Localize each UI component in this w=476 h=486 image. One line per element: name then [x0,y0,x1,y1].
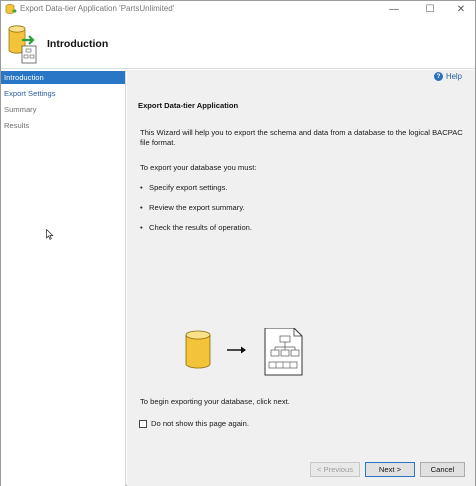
requirements-intro: To export your database you must: [140,163,257,172]
wizard-header: Introduction [1,17,475,69]
section-title: Export Data-tier Application [138,101,239,110]
sidebar-item-results: Results [4,121,30,130]
dont-show-again-row[interactable]: Do not show this page again. [139,419,249,428]
maximize-icon: ☐ [425,3,435,15]
help-label: Help [445,72,462,81]
database-export-icon [8,25,37,64]
dont-show-again-label: Do not show this page again. [151,419,249,428]
title-bar[interactable]: Export Data-tier Application 'PartsUnlim… [1,1,475,17]
minimize-button[interactable]: — [379,1,409,17]
page-title: Introduction [47,38,109,50]
minimize-icon: — [389,3,399,15]
export-wizard-window: Export Data-tier Application 'PartsUnlim… [0,0,476,486]
help-icon: ? [433,72,443,81]
wizard-steps-sidebar: Introduction Export Settings Summary Res… [1,70,126,486]
close-button[interactable]: ✕ [446,1,476,17]
help-link[interactable]: ? Help [433,72,462,81]
next-button[interactable]: Next > [365,462,415,477]
previous-button[interactable]: < Previous [310,462,360,477]
bacpac-file-icon [264,328,303,376]
begin-instructions: To begin exporting your database, click … [140,397,290,406]
sidebar-item-export-settings[interactable]: Export Settings [1,87,125,100]
maximize-button[interactable]: ☐ [415,1,445,17]
step-item: Review the export summary. [140,203,245,212]
close-icon: ✕ [456,3,466,15]
step-item: Specify export settings. [140,183,227,192]
wizard-buttons: < Previous Next > Cancel [310,462,465,477]
step-item: Check the results of operation. [140,223,252,232]
export-illustration [185,328,303,376]
wizard-description: This Wizard will help you to export the … [140,128,463,147]
sidebar-item-summary: Summary [4,105,37,114]
sidebar-item-introduction[interactable]: Introduction [1,71,125,84]
app-icon [5,4,17,14]
wizard-content-pane: ? Help Export Data-tier Application This… [127,70,475,486]
cancel-button[interactable]: Cancel [420,462,465,477]
database-icon [185,330,211,369]
dont-show-again-checkbox[interactable] [139,419,147,428]
window-title: Export Data-tier Application 'PartsUnlim… [20,4,175,13]
arrow-right-icon [227,346,246,354]
mouse-cursor-icon [46,229,54,240]
